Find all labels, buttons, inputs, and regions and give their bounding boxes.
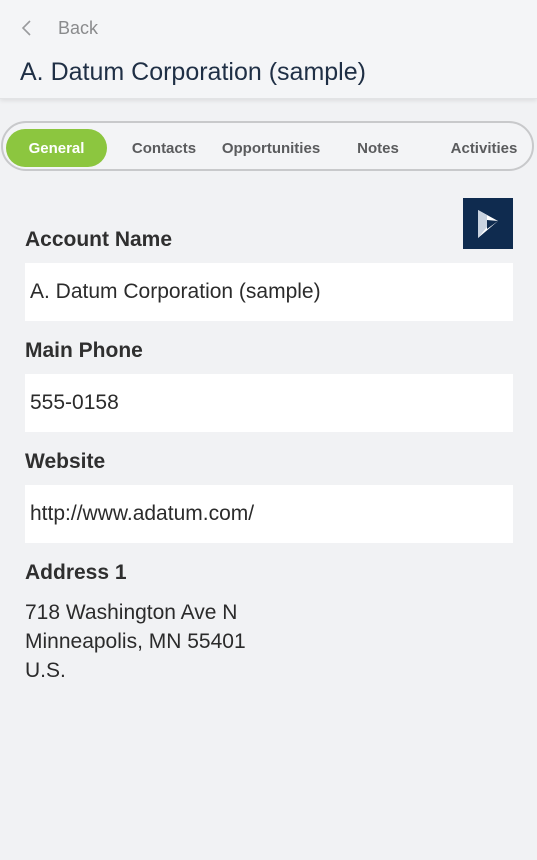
tab-general[interactable]: General bbox=[6, 129, 107, 167]
tab-activities[interactable]: Activities bbox=[439, 129, 529, 167]
back-button[interactable]: Back bbox=[20, 14, 98, 42]
tab-notes[interactable]: Notes bbox=[343, 129, 413, 167]
website-label: Website bbox=[25, 450, 106, 473]
address-line-2: Minneapolis, MN 55401 bbox=[25, 630, 246, 653]
dynamics-logo-icon bbox=[463, 198, 513, 249]
back-label: Back bbox=[58, 17, 99, 38]
app-header: Back A. Datum Corporation (sample) bbox=[0, 0, 537, 99]
address1-label: Address 1 bbox=[25, 561, 127, 584]
account-name-field[interactable]: A. Datum Corporation (sample) bbox=[25, 263, 513, 321]
tab-contacts[interactable]: Contacts bbox=[123, 129, 205, 167]
tab-opportunities[interactable]: Opportunities bbox=[213, 129, 329, 167]
main-phone-label: Main Phone bbox=[25, 339, 143, 362]
address-line-1: 718 Washington Ave N bbox=[25, 601, 238, 624]
account-name-label: Account Name bbox=[25, 228, 173, 251]
main-phone-field[interactable]: 555-0158 bbox=[25, 374, 513, 432]
website-field[interactable]: http://www.adatum.com/ bbox=[25, 485, 513, 543]
tab-bar: General Contacts Opportunities Notes Act… bbox=[1, 121, 534, 171]
address1-value: 718 Washington Ave N Minneapolis, MN 554… bbox=[25, 598, 246, 685]
dynamics-logo-glyph bbox=[478, 209, 498, 238]
address-line-3: U.S. bbox=[25, 659, 66, 682]
chevron-left-icon bbox=[21, 20, 31, 36]
page-title: A. Datum Corporation (sample) bbox=[20, 58, 366, 86]
